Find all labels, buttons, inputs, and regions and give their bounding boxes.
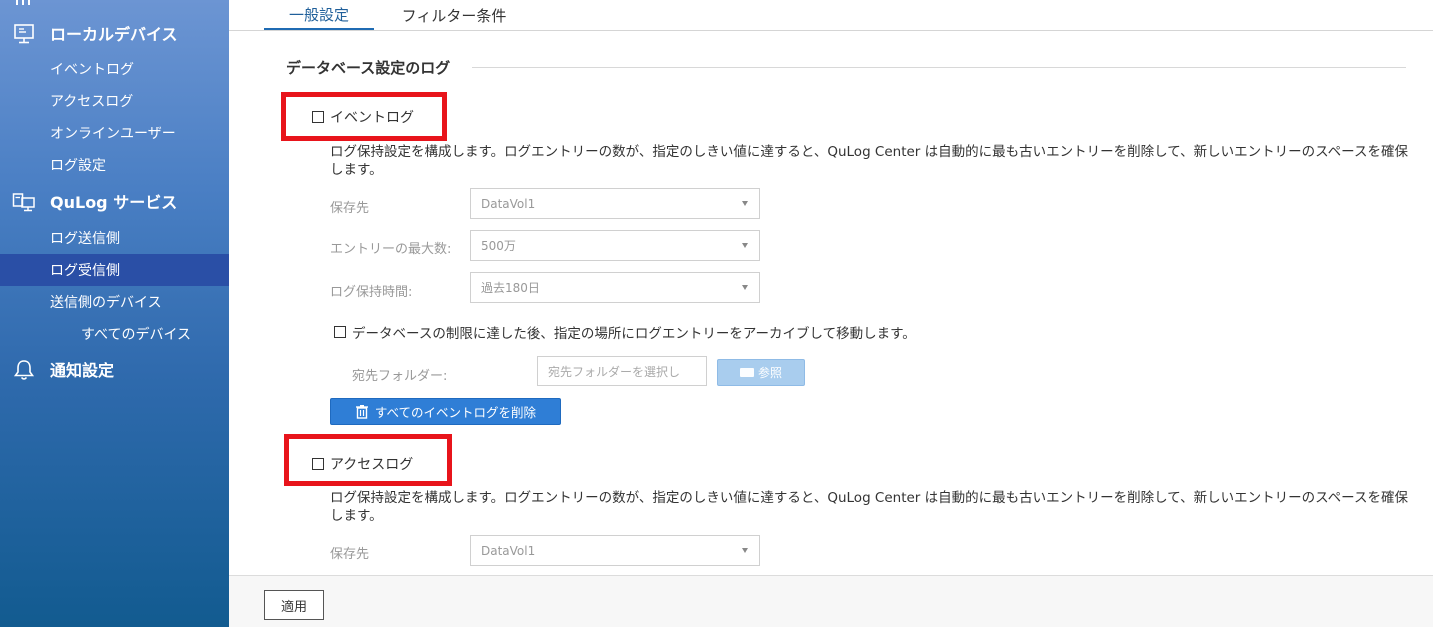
- sidebar-item-online-users[interactable]: オンラインユーザー: [0, 117, 229, 149]
- checkbox-square[interactable]: [312, 111, 324, 123]
- chevron-down-icon: [742, 243, 748, 248]
- checkbox-square[interactable]: [334, 326, 346, 338]
- browse-button-label: 参照: [757, 366, 782, 380]
- chevron-down-icon: [742, 201, 748, 206]
- sidebar-item-log-sender[interactable]: ログ送信側: [0, 222, 229, 254]
- destination-select[interactable]: DataVol1: [470, 188, 760, 219]
- destination-value: DataVol1: [481, 196, 536, 211]
- retention-select[interactable]: 過去180日: [470, 272, 760, 303]
- sidebar-section-qulog-service[interactable]: QuLog サービス: [0, 185, 229, 217]
- browse-button[interactable]: 参照: [717, 359, 805, 386]
- archive-checkbox-label: データベースの制限に達した後、指定の場所にログエントリーをアーカイブして移動しま…: [352, 326, 916, 342]
- monitor-icon: [14, 24, 34, 44]
- sidebar-section-label: ローカルデバイス: [50, 25, 178, 44]
- retention-value: 過去180日: [481, 281, 540, 295]
- delete-button-label: すべてのイベントログを削除: [374, 405, 537, 420]
- sidebar-section-local-devices[interactable]: ローカルデバイス: [0, 17, 229, 49]
- access-log-checkbox[interactable]: アクセスログ: [312, 454, 413, 474]
- retention-label: ログ保持時間:: [330, 285, 413, 300]
- max-entries-select[interactable]: 500万: [470, 230, 760, 261]
- sidebar-item-event-log[interactable]: イベントログ: [0, 53, 229, 85]
- device-link-icon: [12, 193, 35, 212]
- tab-bar: 一般設定 フィルター条件: [229, 0, 1433, 31]
- access-log-checkbox-label: アクセスログ: [330, 457, 414, 473]
- event-log-checkbox[interactable]: イベントログ: [312, 107, 414, 127]
- access-destination-select[interactable]: DataVol1: [470, 535, 760, 566]
- trash-icon: [355, 405, 368, 419]
- archive-checkbox[interactable]: データベースの制限に達した後、指定の場所にログエントリーをアーカイブして移動しま…: [334, 322, 916, 342]
- checkbox-square[interactable]: [312, 458, 324, 470]
- chevron-down-icon: [742, 285, 748, 290]
- destination-label: 保存先: [330, 201, 370, 216]
- apply-button[interactable]: 適用: [264, 590, 324, 620]
- access-destination-value: DataVol1: [481, 543, 536, 558]
- sidebar-item-log-receiver[interactable]: ログ受信側: [0, 254, 229, 286]
- footer-bar: [229, 575, 1433, 627]
- section-divider: [472, 67, 1406, 68]
- max-entries-value: 500万: [481, 239, 516, 253]
- sidebar-section-label: 通知設定: [50, 361, 115, 380]
- tab-general-settings[interactable]: 一般設定: [264, 0, 374, 30]
- sidebar-section-label: QuLog サービス: [50, 193, 178, 212]
- dest-folder-input[interactable]: 宛先フォルダーを選択し: [537, 356, 707, 386]
- sidebar-item-access-log[interactable]: アクセスログ: [0, 85, 229, 117]
- dest-folder-label: 宛先フォルダー:: [352, 369, 448, 384]
- section-title: データベース設定のログ: [286, 59, 451, 77]
- folder-icon: [739, 368, 754, 377]
- chevron-down-icon: [742, 548, 748, 553]
- max-entries-label: エントリーの最大数:: [330, 242, 452, 257]
- event-log-description: ログ保持設定を構成します。ログエントリーの数が、指定のしきい値に達すると、QuL…: [330, 144, 1408, 178]
- sidebar: ローカルデバイス イベントログ アクセスログ オンラインユーザー ログ設定 Qu…: [0, 0, 229, 627]
- sidebar-item-sender-devices[interactable]: 送信側のデバイス: [0, 286, 229, 318]
- bell-icon: [13, 360, 35, 380]
- tab-filter-conditions[interactable]: フィルター条件: [389, 0, 519, 30]
- sidebar-item-log-settings[interactable]: ログ設定: [0, 149, 229, 181]
- event-log-checkbox-label: イベントログ: [330, 110, 414, 126]
- top-stub-icon: [14, 0, 34, 6]
- access-destination-label: 保存先: [330, 547, 370, 562]
- delete-all-event-logs-button[interactable]: すべてのイベントログを削除: [330, 398, 561, 425]
- sidebar-section-notifications[interactable]: 通知設定: [0, 353, 229, 385]
- access-log-description: ログ保持設定を構成します。ログエントリーの数が、指定のしきい値に達すると、QuL…: [330, 490, 1408, 524]
- sidebar-item-all-devices[interactable]: すべてのデバイス: [0, 318, 229, 350]
